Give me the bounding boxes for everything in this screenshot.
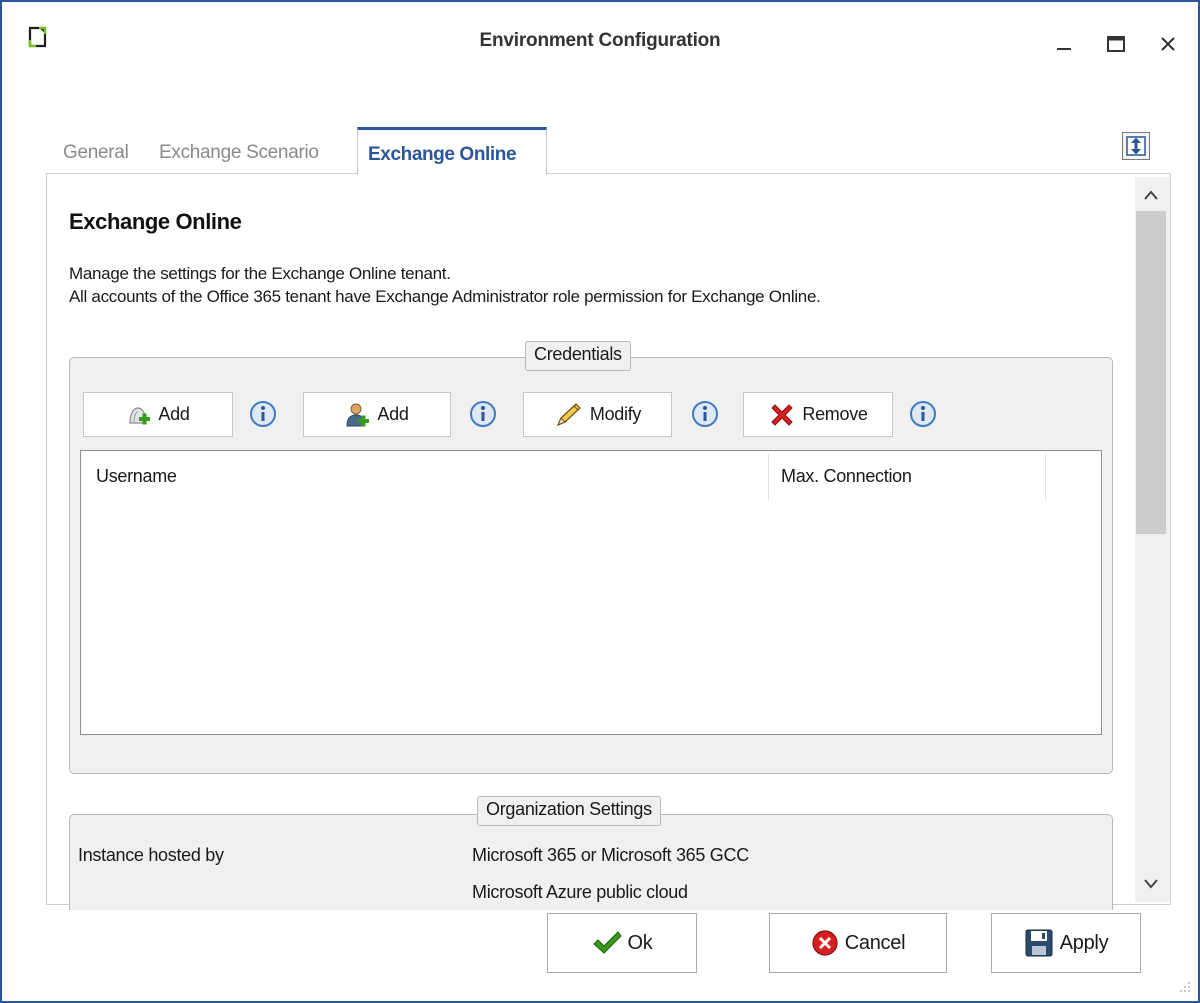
close-icon bbox=[1161, 37, 1175, 51]
maximize-button[interactable] bbox=[1096, 26, 1136, 62]
minimize-icon bbox=[1057, 48, 1071, 50]
section-heading: Exchange Online bbox=[69, 209, 242, 234]
add-user-icon bbox=[346, 403, 370, 426]
credentials-list[interactable] bbox=[80, 450, 1102, 735]
window-title: Environment Configuration bbox=[479, 30, 721, 51]
add-group-label: Add bbox=[158, 404, 190, 424]
organization-settings-title: Organization Settings bbox=[477, 796, 661, 826]
add-user-info-icon[interactable] bbox=[469, 400, 497, 428]
chevron-up-icon bbox=[1144, 190, 1158, 200]
cancel-icon bbox=[812, 930, 838, 956]
add-user-label: Add bbox=[377, 404, 409, 424]
column-header-username[interactable]: Username bbox=[96, 466, 177, 487]
column-separator[interactable] bbox=[768, 454, 769, 501]
cancel-label: Cancel bbox=[844, 931, 906, 954]
hosting-option-azure-public-cloud[interactable]: Microsoft Azure public cloud bbox=[472, 882, 688, 903]
ok-button[interactable]: Ok bbox=[547, 913, 697, 973]
section-description-line-1: Manage the settings for the Exchange Onl… bbox=[69, 264, 451, 283]
resize-grip-icon[interactable] bbox=[1178, 980, 1192, 994]
modify-label: Modify bbox=[589, 404, 642, 424]
remove-x-icon bbox=[771, 403, 794, 426]
column-separator[interactable] bbox=[1045, 454, 1046, 501]
credentials-group-title: Credentials bbox=[525, 341, 631, 371]
apply-button[interactable]: Apply bbox=[991, 913, 1141, 973]
ok-label: Ok bbox=[627, 931, 653, 954]
scroll-up-button[interactable] bbox=[1136, 180, 1166, 210]
close-button[interactable] bbox=[1148, 26, 1188, 62]
expand-collapse-button[interactable] bbox=[1122, 132, 1150, 160]
instance-hosted-by-label: Instance hosted by bbox=[78, 845, 224, 865]
modify-button[interactable]: Modify bbox=[523, 392, 672, 437]
add-group-info-icon[interactable] bbox=[249, 400, 277, 428]
pencil-icon bbox=[556, 402, 581, 426]
cancel-button[interactable]: Cancel bbox=[769, 913, 947, 973]
add-group-icon bbox=[129, 406, 151, 424]
minimize-button[interactable] bbox=[1044, 26, 1084, 62]
add-user-button[interactable]: Add bbox=[303, 392, 451, 437]
scrollbar-thumb[interactable] bbox=[1136, 211, 1166, 534]
remove-button[interactable]: Remove bbox=[743, 392, 893, 437]
tab-general[interactable]: General bbox=[63, 142, 129, 164]
maximize-icon bbox=[1107, 36, 1125, 52]
remove-info-icon[interactable] bbox=[909, 400, 937, 428]
remove-label: Remove bbox=[802, 404, 868, 424]
tab-exchange-scenario[interactable]: Exchange Scenario bbox=[159, 142, 319, 164]
tab-exchange-online[interactable]: Exchange Online bbox=[357, 127, 547, 175]
environment-configuration-window: Environment Configuration General Exchan… bbox=[0, 0, 1200, 1003]
section-description-line-2: All accounts of the Office 365 tenant ha… bbox=[69, 287, 821, 306]
chevron-down-icon bbox=[1144, 879, 1158, 889]
apply-label: Apply bbox=[1059, 931, 1109, 954]
hosting-option-microsoft-365[interactable]: Microsoft 365 or Microsoft 365 GCC bbox=[472, 845, 749, 866]
tab-exchange-online-label: Exchange Online bbox=[368, 144, 517, 165]
expand-collapse-icon bbox=[1126, 136, 1146, 156]
column-header-max-connection[interactable]: Max. Connection bbox=[781, 466, 912, 487]
modify-info-icon[interactable] bbox=[691, 400, 719, 428]
checkmark-icon bbox=[592, 931, 622, 954]
add-group-button[interactable]: Add bbox=[83, 392, 233, 437]
save-disk-icon bbox=[1025, 929, 1053, 957]
scroll-down-button[interactable] bbox=[1136, 869, 1166, 899]
